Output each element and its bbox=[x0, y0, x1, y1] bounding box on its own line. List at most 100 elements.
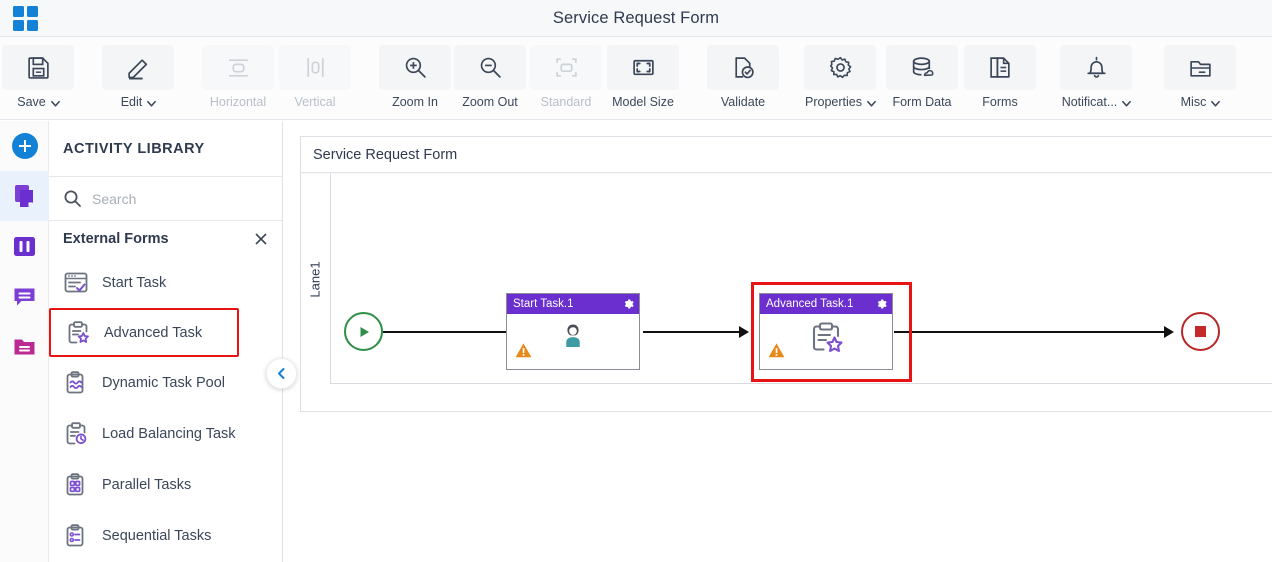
toolbar-button-label: Form Data bbox=[892, 95, 952, 109]
task-title: Start Task.1 bbox=[513, 298, 574, 310]
play-icon bbox=[360, 326, 369, 337]
task-title: Advanced Task.1 bbox=[766, 298, 854, 310]
library-item-parallel-tasks[interactable]: Parallel Tasks bbox=[49, 459, 282, 510]
panel-collapse-button[interactable] bbox=[266, 358, 297, 389]
validate-icon bbox=[734, 57, 754, 79]
folder-misc-icon bbox=[1189, 60, 1211, 77]
toolbar-button-forms[interactable]: Forms bbox=[964, 45, 1036, 117]
toolbar-button-horizontal: Horizontal bbox=[202, 45, 274, 117]
toolbar-icon-wrap bbox=[530, 45, 602, 90]
toolbar-button-form-data[interactable]: Form Data bbox=[886, 45, 958, 117]
toolbar-button-model-size[interactable]: Model Size bbox=[607, 45, 679, 117]
library-item-label: Start Task bbox=[102, 274, 167, 291]
toolbar-button-properties[interactable]: Properties bbox=[804, 45, 876, 117]
rail-item-swimlanes[interactable] bbox=[0, 221, 49, 271]
title-bar: Service Request Form bbox=[0, 0, 1272, 37]
toolbar-button-label: Zoom Out bbox=[462, 95, 518, 109]
close-icon[interactable] bbox=[254, 232, 268, 246]
diagram-canvas[interactable]: Service Request Form Lane1 Start Task.1 … bbox=[300, 136, 1272, 412]
advanced-task-icon bbox=[68, 320, 89, 343]
toolbar-button-label: Edit bbox=[121, 95, 157, 109]
task-node-advanced-task[interactable]: Advanced Task.1 bbox=[759, 293, 893, 370]
library-item-load-balancing-task[interactable]: Load Balancing Task bbox=[49, 408, 282, 459]
rail-item-activities[interactable] bbox=[0, 171, 49, 221]
toolbar-button-save[interactable]: Save bbox=[2, 45, 74, 117]
library-item-dynamic-task-pool[interactable]: Dynamic Task Pool bbox=[49, 357, 282, 408]
task-node-start-task[interactable]: Start Task.1 bbox=[506, 293, 640, 370]
toolbar-icon-wrap bbox=[1164, 45, 1236, 90]
save-icon bbox=[27, 57, 49, 79]
rail-item-add[interactable] bbox=[0, 121, 49, 171]
rail-item-files[interactable] bbox=[0, 321, 49, 371]
gear-icon[interactable] bbox=[622, 298, 634, 310]
toolbar-icon-wrap bbox=[202, 45, 274, 90]
toolbar: Save Edit Horizontal Vertical Zoom In Zo… bbox=[0, 37, 1272, 120]
toolbar-button-zoom-in[interactable]: Zoom In bbox=[379, 45, 451, 117]
zoom-out-icon bbox=[480, 57, 501, 78]
document-icon bbox=[989, 57, 1010, 78]
flow-arrowhead-2 bbox=[739, 326, 749, 338]
toolbar-button-label: Standard bbox=[540, 95, 592, 109]
library-item-advanced-task[interactable]: Advanced Task bbox=[49, 308, 239, 357]
library-search-row[interactable] bbox=[49, 177, 282, 221]
toolbar-button-label: Model Size bbox=[612, 95, 674, 109]
library-item-start-task[interactable]: Start Task bbox=[49, 257, 282, 308]
toolbar-button-standard: Standard bbox=[530, 45, 602, 117]
process-pool: Lane1 Start Task.1 Advanced Task.1 bbox=[301, 173, 1272, 411]
toolbar-icon-wrap bbox=[379, 45, 451, 90]
gear-icon[interactable] bbox=[875, 298, 887, 310]
flow-arrowhead-3 bbox=[1164, 326, 1174, 338]
toolbar-button-edit[interactable]: Edit bbox=[102, 45, 174, 117]
model-size-icon bbox=[632, 59, 654, 76]
horizontal-align-icon bbox=[228, 59, 248, 77]
library-item-list: Start Task Advanced Task Dynamic Task Pool… bbox=[49, 257, 282, 561]
pencil-icon bbox=[127, 59, 147, 80]
library-item-label: Parallel Tasks bbox=[102, 476, 192, 493]
library-item-sequential-tasks[interactable]: Sequential Tasks bbox=[49, 510, 282, 561]
columns-icon bbox=[14, 236, 35, 256]
library-header: ACTIVITY LIBRARY bbox=[49, 121, 282, 177]
lane-header[interactable]: Lane1 bbox=[301, 174, 331, 384]
search-icon bbox=[64, 190, 81, 207]
toolbar-button-validate[interactable]: Validate bbox=[707, 45, 779, 117]
toolbar-button-vertical: Vertical bbox=[279, 45, 351, 117]
bell-icon bbox=[1086, 56, 1106, 78]
task-body bbox=[760, 314, 892, 369]
toolbar-icon-wrap bbox=[707, 45, 779, 90]
warning-icon bbox=[768, 342, 785, 364]
toolbar-button-label: Zoom In bbox=[392, 95, 438, 109]
rail-item-comments[interactable] bbox=[0, 271, 49, 321]
toolbar-button-notificat[interactable]: Notificat... bbox=[1060, 45, 1132, 117]
toolbar-button-label: Horizontal bbox=[209, 95, 267, 109]
warning-icon bbox=[515, 342, 532, 364]
flow-connector-3 bbox=[894, 331, 1172, 333]
lane-body[interactable]: Start Task.1 Advanced Task.1 bbox=[331, 174, 1272, 384]
page-title: Service Request Form bbox=[552, 9, 720, 27]
toolbar-button-zoom-out[interactable]: Zoom Out bbox=[454, 45, 526, 117]
parallel-tasks-icon bbox=[66, 472, 84, 495]
canvas-title: Service Request Form bbox=[301, 137, 1272, 173]
gear-icon bbox=[829, 56, 851, 79]
library-group-title: External Forms bbox=[63, 231, 169, 247]
toolbar-button-label: Vertical bbox=[294, 95, 336, 109]
library-item-label: Dynamic Task Pool bbox=[102, 374, 226, 391]
chevron-down-icon bbox=[1121, 98, 1132, 107]
end-event[interactable] bbox=[1181, 312, 1220, 351]
library-item-label: Load Balancing Task bbox=[102, 425, 236, 442]
start-event[interactable] bbox=[344, 312, 383, 351]
left-icon-rail bbox=[0, 121, 49, 562]
library-item-label: Advanced Task bbox=[104, 324, 203, 341]
database-icon bbox=[912, 57, 933, 77]
task-body bbox=[507, 314, 639, 369]
vertical-align-icon bbox=[306, 58, 324, 77]
zoom-in-icon bbox=[405, 57, 426, 78]
search-input[interactable] bbox=[92, 190, 252, 207]
plus-circle-icon bbox=[11, 133, 38, 159]
toolbar-icon-wrap bbox=[102, 45, 174, 90]
lane-label: Lane1 bbox=[308, 260, 323, 298]
toolbar-icon-wrap bbox=[804, 45, 876, 90]
standard-size-icon bbox=[555, 58, 577, 77]
toolbar-button-misc[interactable]: Misc bbox=[1164, 45, 1236, 117]
pages-stack-icon bbox=[14, 185, 33, 207]
chevron-down-icon bbox=[146, 98, 157, 107]
